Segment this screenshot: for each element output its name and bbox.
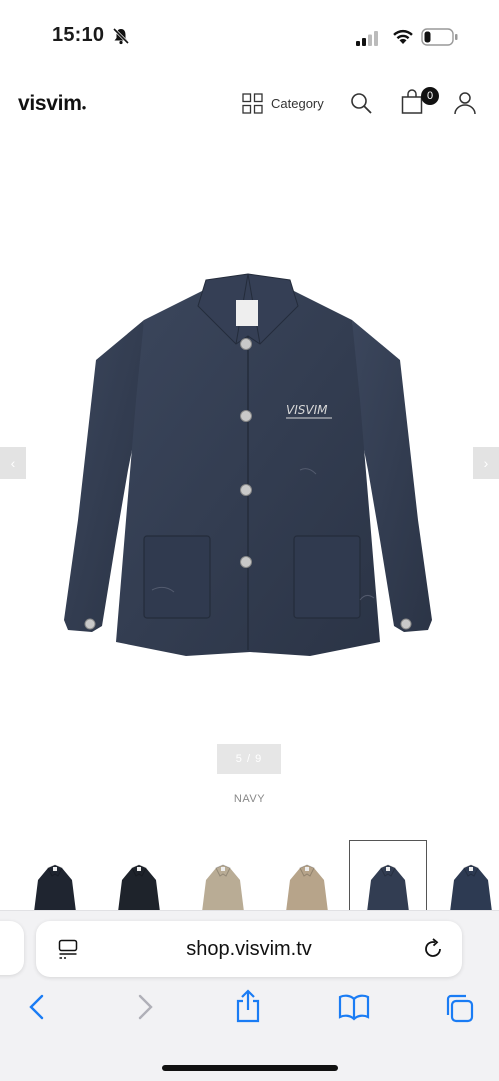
thumbnail-strip bbox=[0, 840, 499, 912]
search-icon[interactable] bbox=[349, 91, 373, 115]
chest-logo-script: VISVIM bbox=[286, 403, 328, 417]
wifi-icon bbox=[393, 29, 413, 44]
category-label: Category bbox=[271, 95, 324, 111]
thumbnail-1[interactable] bbox=[16, 840, 94, 912]
thumbnail-jacket-image bbox=[34, 864, 76, 912]
url-text: shop.visvim.tv bbox=[186, 938, 312, 960]
signal-icon bbox=[356, 31, 378, 46]
bookmarks-icon[interactable] bbox=[338, 993, 370, 1021]
safari-bottom-bar: shop.visvim.tv bbox=[0, 910, 499, 1081]
thumbnail-jacket-image bbox=[286, 864, 328, 912]
back-icon[interactable] bbox=[26, 993, 48, 1021]
forward-icon[interactable] bbox=[134, 993, 156, 1021]
home-indicator bbox=[162, 1065, 338, 1071]
tabs-icon[interactable] bbox=[444, 993, 474, 1023]
thumbnail-3[interactable] bbox=[184, 840, 262, 912]
previous-tab-card[interactable] bbox=[0, 921, 24, 975]
thumbnail-4[interactable] bbox=[268, 840, 346, 912]
gallery-prev-button[interactable]: ‹ bbox=[0, 447, 26, 479]
thumbnail-jacket-image bbox=[202, 864, 244, 912]
thumbnail-5[interactable] bbox=[349, 840, 427, 912]
product-image-jacket[interactable]: VISVIM bbox=[60, 270, 436, 662]
thumbnail-2[interactable] bbox=[100, 840, 178, 912]
user-icon[interactable] bbox=[453, 91, 477, 115]
address-bar[interactable]: shop.visvim.tv bbox=[36, 921, 462, 977]
status-time: 15:10 bbox=[52, 24, 105, 46]
status-bar: 15:10 bbox=[0, 0, 499, 72]
bell-slash-icon bbox=[112, 27, 130, 45]
color-name: NAVY bbox=[233, 793, 266, 805]
thumbnail-6[interactable] bbox=[432, 840, 499, 912]
battery-icon bbox=[421, 28, 458, 46]
thumbnail-jacket-image bbox=[450, 864, 492, 912]
thumbnail-jacket-image bbox=[367, 864, 409, 912]
reload-icon[interactable] bbox=[422, 938, 444, 960]
gallery-next-button[interactable]: › bbox=[473, 447, 499, 479]
slide-counter: 5 / 9 bbox=[217, 744, 281, 774]
reader-icon[interactable] bbox=[58, 939, 78, 961]
site-logo[interactable]: visvim● bbox=[18, 92, 86, 116]
cart-count-badge: 0 bbox=[421, 87, 439, 105]
product-gallery: ‹ › VISVIM 5 / 9 NAVY bbox=[0, 140, 499, 820]
grid-icon bbox=[242, 92, 263, 114]
share-icon[interactable] bbox=[234, 989, 262, 1023]
category-button[interactable]: Category bbox=[242, 92, 324, 114]
thumbnail-jacket-image bbox=[118, 864, 160, 912]
